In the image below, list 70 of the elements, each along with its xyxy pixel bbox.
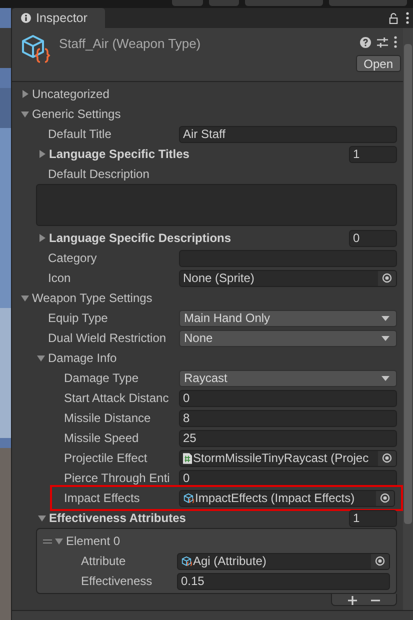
text-field[interactable]: 25	[179, 430, 397, 446]
property-label: Effectiveness	[81, 574, 154, 588]
more-options-icon[interactable]	[406, 12, 409, 24]
expanded-arrow-icon[interactable]	[21, 110, 29, 118]
cube-braces-icon	[183, 492, 194, 504]
collapsed-arrow-icon[interactable]	[21, 90, 29, 98]
open-button[interactable]: Open	[356, 55, 401, 72]
array-size-field[interactable]: 0	[349, 230, 397, 246]
text-field[interactable]: Air Staff	[179, 126, 397, 142]
text-field[interactable]: 0	[179, 470, 397, 486]
dropdown[interactable]: Raycast	[179, 370, 397, 386]
foldout-label[interactable]: Generic Settings	[32, 107, 121, 121]
object-picker-button[interactable]	[378, 450, 396, 466]
object-field[interactable]: Agi (Attribute)	[177, 552, 390, 570]
drag-handle-icon[interactable]	[43, 538, 52, 544]
lock-icon[interactable]	[389, 12, 398, 24]
array-size-field[interactable]: 1	[349, 510, 397, 526]
array-label[interactable]: Effectiveness Attributes	[49, 511, 186, 525]
property-label: Dual Wield Restriction	[48, 331, 168, 345]
property-label: Pierce Through Enti	[64, 471, 171, 485]
expanded-arrow-icon[interactable]	[21, 294, 29, 302]
property-label: Equip Type	[48, 311, 109, 325]
property-label: Attribute	[81, 554, 127, 568]
text-field[interactable]: 8	[179, 410, 397, 426]
inspector-tab[interactable]: Inspector	[12, 8, 105, 28]
help-icon[interactable]	[360, 36, 371, 48]
array-size-field[interactable]: 1	[349, 146, 397, 162]
caret-icon	[381, 376, 390, 380]
object-picker-button[interactable]	[376, 490, 394, 506]
foldout-label[interactable]: Uncategorized	[32, 87, 110, 101]
object-field[interactable]: StormMissileTinyRaycast (Projec	[179, 450, 397, 466]
cube-braces-icon	[181, 556, 192, 566]
expanded-arrow-icon[interactable]	[37, 354, 45, 362]
foldout-label[interactable]: Weapon Type Settings	[32, 291, 152, 305]
property-label: Impact Effects	[64, 491, 141, 505]
property-label: Missile Speed	[64, 431, 140, 445]
scrollbar[interactable]	[403, 28, 413, 610]
object-field[interactable]: None (Sprite)	[179, 270, 397, 286]
text-field[interactable]: 0	[179, 390, 397, 406]
property-label: Projectile Effect	[64, 451, 148, 465]
dropdown[interactable]: None	[179, 330, 397, 346]
asset-title: Staff_Air (Weapon Type)	[59, 36, 201, 51]
collapsed-arrow-icon[interactable]	[38, 150, 46, 158]
text-field[interactable]: 0.15	[177, 572, 390, 590]
script-file-icon	[183, 452, 192, 464]
caret-icon	[381, 316, 390, 320]
expanded-arrow-icon[interactable]	[55, 537, 63, 545]
object-picker-button[interactable]	[378, 270, 396, 286]
property-label: Default Title	[48, 127, 112, 141]
caret-icon	[381, 336, 390, 340]
object-field[interactable]: ImpactEffects (Impact Effects)	[179, 490, 395, 506]
expanded-arrow-icon[interactable]	[38, 514, 46, 522]
sliders-icon[interactable]	[377, 36, 388, 48]
more-options-icon[interactable]	[394, 36, 397, 48]
property-label: Default Description	[48, 167, 150, 181]
property-label: Category	[48, 251, 98, 265]
property-label: Start Attack Distanc	[64, 391, 170, 405]
property-label: Missile Distance	[64, 411, 152, 425]
plus-icon[interactable]	[348, 596, 357, 605]
property-label: Damage Type	[64, 371, 140, 385]
array-label[interactable]: Language Specific Titles	[49, 147, 190, 161]
cube-braces-icon	[21, 34, 51, 64]
info-icon	[21, 13, 31, 23]
object-picker-button[interactable]	[371, 554, 389, 568]
array-label[interactable]: Language Specific Descriptions	[49, 231, 232, 245]
dropdown[interactable]: Main Hand Only	[179, 310, 397, 326]
foldout-label[interactable]: Damage Info	[48, 351, 117, 365]
collapsed-arrow-icon[interactable]	[38, 234, 46, 242]
property-label: Icon	[48, 271, 72, 285]
element-label[interactable]: Element 0	[66, 534, 120, 548]
